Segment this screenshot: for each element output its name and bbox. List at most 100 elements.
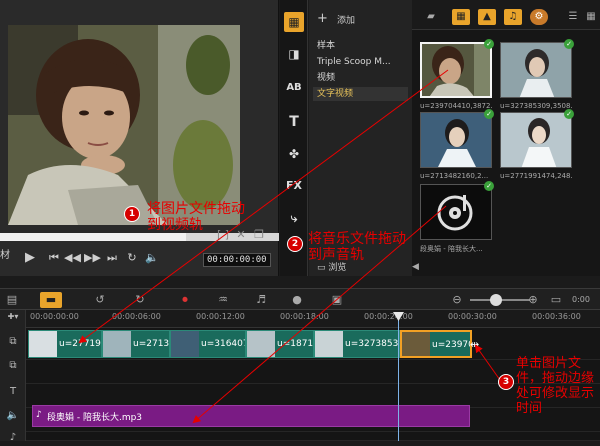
thumbnail-image	[420, 112, 492, 168]
grid-view-icon[interactable]: ▦	[582, 9, 600, 25]
play-icon[interactable]: ▶	[22, 250, 38, 266]
skip-end-icon[interactable]: ⏭	[104, 250, 120, 266]
preview-image	[8, 25, 240, 225]
thumbnail-caption: 段奥娟 - 陪我长大...	[420, 245, 483, 253]
add-icon[interactable]: +	[317, 11, 328, 26]
add-folder-row[interactable]: + 添加	[309, 8, 412, 28]
clip-thumbnail	[171, 331, 199, 357]
thumbnail-caption: u=2713482160,2...	[420, 172, 489, 180]
storyboard-view-icon[interactable]: ▤	[4, 292, 20, 308]
step-forward-icon[interactable]: ▶▶	[84, 250, 101, 266]
audio-clip-label: 段奥娟 - 陪我长大.mp3	[47, 413, 143, 423]
step-back-icon[interactable]: ◀◀	[64, 250, 81, 266]
volume-icon[interactable]: 🔈	[144, 250, 160, 266]
graphics-icon[interactable]: ✤	[284, 144, 304, 164]
folder-triple-scoop[interactable]: Triple Scoop M...	[317, 55, 391, 69]
add-label[interactable]: 添加	[337, 13, 355, 26]
thumbnail-caption: u=327385309,3508...	[500, 102, 572, 110]
annotation-badge-3: 3	[498, 374, 514, 390]
music-track[interactable]	[26, 432, 600, 441]
music-note-icon: ♪	[36, 410, 42, 420]
timeline-ruler[interactable]: 00:00:00:00 00:00:06:00 00:00:12:00 00:0…	[26, 310, 600, 328]
photo-filter-icon[interactable]: ▲	[478, 9, 496, 25]
ruler-tick: 00:00:24:00	[364, 312, 413, 321]
undo-icon[interactable]: ↺	[92, 292, 108, 308]
check-icon: ✓	[564, 39, 574, 49]
video-clip[interactable]: u=3164070	[170, 330, 246, 358]
sound-mixer-icon[interactable]: ♒	[214, 292, 232, 308]
track-tools-icon[interactable]: ✚▾	[4, 312, 22, 326]
thumbnail-caption: u=2771991474,248...	[500, 172, 572, 180]
thumbnail-image	[500, 42, 572, 98]
title-ab-icon[interactable]: AB	[284, 78, 304, 98]
timeline-view-icon[interactable]: ▬	[40, 292, 62, 308]
auto-music-icon[interactable]: ♬	[252, 292, 270, 308]
ruler-tick: 00:00:18:00	[280, 312, 329, 321]
clip-thumbnail	[29, 331, 57, 357]
video-clip[interactable]: u=18714	[246, 330, 314, 358]
thumbnail-image	[420, 42, 492, 98]
scrubber-progress	[0, 233, 186, 241]
zoom-in-icon[interactable]: ⊕	[526, 292, 540, 308]
media-thumbnail[interactable]: ✓ u=2713482160,2...	[420, 109, 494, 184]
clip-thumbnail	[315, 331, 343, 357]
annotation-badge-2: 2	[287, 236, 303, 252]
video-filter-icon[interactable]: ▦	[452, 9, 470, 25]
motion-tracking-icon[interactable]: ●	[288, 292, 306, 308]
folder-video[interactable]: 视频	[317, 71, 335, 85]
audio-thumbnail[interactable]: ✓ 段奥娟 - 陪我长大...	[420, 181, 494, 256]
check-icon: ✓	[484, 109, 494, 119]
redo-icon[interactable]: ↻	[132, 292, 148, 308]
subtitle-icon[interactable]: ▣	[328, 292, 346, 308]
audio-clip[interactable]: ♪ 段奥娟 - 陪我长大.mp3	[32, 405, 470, 427]
thumbnail-image	[420, 184, 492, 240]
media-thumbnail[interactable]: ✓ u=239704410,3872...	[420, 39, 494, 114]
text-icon[interactable]: T	[284, 112, 304, 132]
scroll-left-icon[interactable]: ◀	[412, 262, 419, 272]
zoom-slider-knob[interactable]	[490, 294, 502, 306]
check-icon: ✓	[484, 181, 494, 191]
folder-samples[interactable]: 样本	[317, 39, 335, 53]
library-sidebar: ▦ ◨ AB T ✤ FX ⤷	[280, 0, 308, 276]
media-thumbnail[interactable]: ✓ u=327385309,3508...	[500, 39, 574, 114]
copy-icon[interactable]: ❐	[250, 228, 268, 241]
audio-filter-icon[interactable]: ♫	[504, 9, 522, 25]
sort-icon[interactable]: ⚙	[530, 9, 548, 25]
track-headers: ✚▾ ⧉ ⧉ T 🔈 ♪	[0, 310, 26, 443]
clip-label: u=27134	[133, 339, 170, 349]
media-library-icon[interactable]: ▦	[284, 12, 304, 32]
filter-fx-icon[interactable]: FX	[284, 176, 304, 196]
ruler-tick: 00:00:36:00	[532, 312, 581, 321]
path-icon[interactable]: ⤷	[284, 208, 304, 228]
transition-icon[interactable]: ◨	[284, 44, 304, 64]
zoom-out-icon[interactable]: ⊖	[450, 292, 464, 308]
timecode-small: 0:00	[572, 295, 590, 304]
list-view-icon[interactable]: ☰	[564, 9, 582, 25]
clip-label: u=2771991	[59, 339, 101, 349]
annotation-badge-1: 1	[124, 206, 140, 222]
playhead-line[interactable]	[398, 318, 399, 441]
video-clip[interactable]: u=27134	[102, 330, 170, 358]
skip-start-icon[interactable]: ⏮	[46, 250, 62, 266]
music-track-icon[interactable]: ♪	[4, 432, 22, 446]
video-clip[interactable]: u=2771991	[28, 330, 102, 358]
timecode-display[interactable]: 00:00:00:00	[203, 253, 271, 267]
fit-project-icon[interactable]: ▭	[548, 292, 564, 308]
clip-thumbnail	[402, 332, 430, 356]
repeat-icon[interactable]: ↻	[124, 250, 140, 266]
selected-video-clip[interactable]: u=23970	[400, 330, 472, 358]
voice-track-icon[interactable]: 🔈	[4, 410, 22, 424]
title-track-icon[interactable]: T	[4, 386, 22, 400]
folder-icon[interactable]: ▰	[422, 9, 440, 25]
video-clip[interactable]: u=327385309	[314, 330, 400, 358]
media-thumbnail[interactable]: ✓ u=2771991474,248...	[500, 109, 574, 184]
video-track-icon[interactable]: ⧉	[4, 336, 22, 350]
annotation-text-1: 将图片文件拖动到视频轨	[147, 201, 245, 233]
preview-video-frame[interactable]	[8, 25, 240, 225]
clip-thumbnail	[247, 331, 275, 357]
folder-text-video[interactable]: 文字视频	[313, 87, 408, 101]
record-icon[interactable]: ⏺	[176, 292, 194, 308]
check-icon: ✓	[564, 109, 574, 119]
overlay-track-icon[interactable]: ⧉	[4, 360, 22, 374]
clip-label: u=3164070	[201, 339, 245, 349]
